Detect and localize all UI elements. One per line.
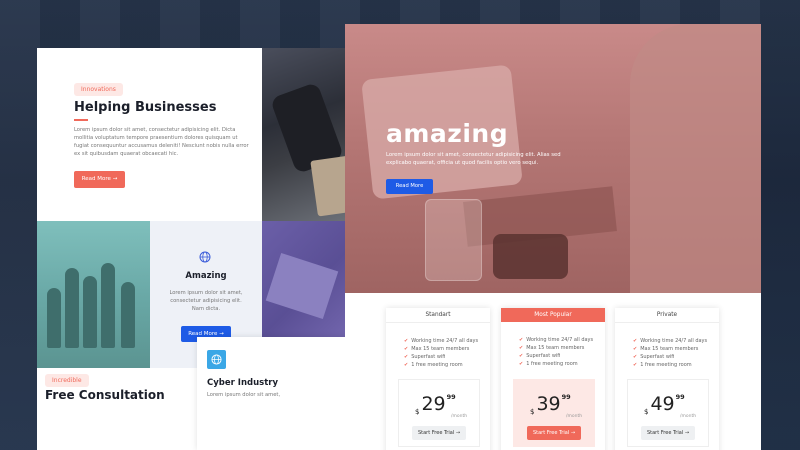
- feature-item: ✔ Max 15 team members: [519, 345, 585, 351]
- pricing-card-standart: Standart ✔ Working time 24/7 all days ✔ Ma…: [386, 308, 490, 450]
- check-icon: ✔: [633, 338, 638, 344]
- card-title: Cyber Industry: [207, 378, 278, 388]
- price-period: /month: [566, 414, 583, 419]
- plan-name: Standart: [386, 308, 490, 323]
- price: $3999: [530, 393, 571, 416]
- feature-item: ✔ Working time 24/7 all days: [519, 337, 594, 343]
- check-icon: ✔: [519, 337, 524, 343]
- intro-section: Innovations Helping Businesses Lorem ips…: [37, 48, 262, 221]
- photo-person-shape: [630, 24, 761, 293]
- hero-text: Lorem ipsum dolor sit amet, consectetur …: [386, 152, 561, 166]
- arrow-right-icon: →: [570, 430, 576, 436]
- feature-item: ✔ 1 free meeting room: [404, 362, 463, 368]
- person-silhouette: [101, 263, 115, 348]
- arrow-right-icon: →: [455, 430, 461, 436]
- feature-list: ✔ Working time 24/7 all days ✔ Max 15 team…: [519, 336, 605, 368]
- team-photo: [37, 221, 150, 368]
- start-free-trial-button[interactable]: Start Free Trial →: [412, 426, 466, 440]
- photo-speaker-shape: [493, 234, 568, 279]
- check-icon: ✔: [519, 353, 524, 359]
- feature-item: ✔ Max 15 team members: [633, 346, 699, 352]
- check-icon: ✔: [404, 338, 409, 344]
- pricing-card-most-popular: Most Popular ✔ Working time 24/7 all days…: [501, 308, 605, 450]
- person-silhouette: [121, 282, 135, 348]
- card-text: Lorem ipsum dolor sit amet,: [207, 392, 281, 398]
- card-text: Lorem ipsum dolor sit amet, consectetur …: [169, 290, 243, 312]
- start-free-trial-button[interactable]: Start Free Trial →: [641, 426, 695, 440]
- read-more-button[interactable]: Read More: [386, 179, 433, 194]
- hero-title: amazing: [386, 119, 509, 148]
- photo-keyboard-shape: [310, 155, 345, 217]
- cyber-industry-card: Cyber Industry Lorem ipsum dolor sit ame…: [197, 337, 347, 450]
- feature-item: ✔ Superfast wifi: [633, 354, 675, 360]
- title-underline: [74, 119, 88, 121]
- feature-item: ✔ Max 15 team members: [404, 346, 470, 352]
- start-free-trial-button[interactable]: Start Free Trial →: [527, 426, 581, 440]
- price: $4999: [644, 393, 685, 416]
- arrow-right-icon: →: [112, 176, 118, 182]
- person-silhouette: [83, 276, 97, 348]
- feature-list: ✔ Working time 24/7 all days ✔ Max 15 team…: [633, 337, 719, 369]
- globe-icon: [207, 350, 226, 369]
- person-silhouette: [65, 268, 79, 348]
- check-icon: ✔: [519, 361, 524, 367]
- read-more-label: Read More: [81, 176, 111, 182]
- price-period: /month: [680, 414, 697, 419]
- check-icon: ✔: [633, 362, 638, 368]
- consultation-title: Free Consultation: [45, 388, 165, 402]
- hero-banner: amazing Lorem ipsum dolor sit amet, cons…: [345, 24, 761, 293]
- check-icon: ✔: [519, 345, 524, 351]
- photo-desk-shape: [265, 252, 339, 320]
- innovations-badge: Innovations: [74, 83, 123, 96]
- laptop-photo: [262, 48, 345, 221]
- feature-item: ✔ Superfast wifi: [404, 354, 446, 360]
- price-box: $2999 /month Start Free Trial →: [398, 379, 480, 447]
- price-box: $3999 /month Start Free Trial →: [513, 379, 595, 447]
- check-icon: ✔: [633, 346, 638, 352]
- feature-item: ✔ Superfast wifi: [519, 353, 561, 359]
- check-icon: ✔: [633, 354, 638, 360]
- feature-item: ✔ 1 free meeting room: [633, 362, 692, 368]
- feature-item: ✔ Working time 24/7 all days: [404, 338, 479, 344]
- globe-icon: [199, 251, 211, 266]
- feature-item: ✔ 1 free meeting room: [519, 361, 578, 367]
- check-icon: ✔: [404, 354, 409, 360]
- incredible-badge: Incredible: [45, 374, 89, 387]
- plan-name: Private: [615, 308, 719, 323]
- photo-glass-shape: [425, 199, 482, 281]
- intro-paragraph: Lorem ipsum dolor sit amet, consectetur …: [74, 127, 249, 157]
- plan-name: Most Popular: [501, 308, 605, 322]
- card-title: Amazing: [185, 271, 227, 281]
- right-page-mockup: amazing Lorem ipsum dolor sit amet, cons…: [345, 24, 761, 450]
- price: $2999: [415, 393, 456, 416]
- price-box: $4999 /month Start Free Trial →: [627, 379, 709, 447]
- read-more-button[interactable]: Read More →: [74, 171, 125, 188]
- price-period: /month: [451, 414, 468, 419]
- person-silhouette: [47, 288, 61, 348]
- feature-item: ✔ Working time 24/7 all days: [633, 338, 708, 344]
- feature-list: ✔ Working time 24/7 all days ✔ Max 15 team…: [404, 337, 490, 369]
- check-icon: ✔: [404, 362, 409, 368]
- section-title: Helping Businesses: [74, 100, 217, 115]
- check-icon: ✔: [404, 346, 409, 352]
- pricing-card-private: Private ✔ Working time 24/7 all days ✔ Max…: [615, 308, 719, 450]
- arrow-right-icon: →: [684, 430, 690, 436]
